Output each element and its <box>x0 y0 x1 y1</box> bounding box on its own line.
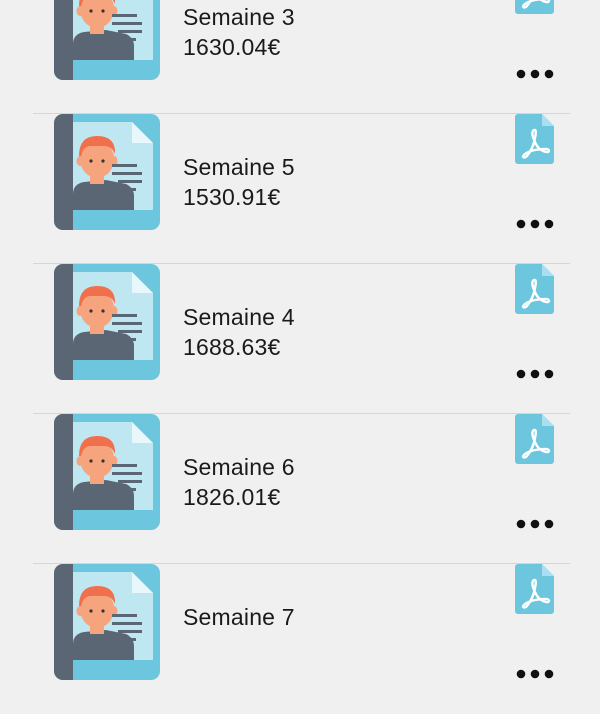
pdf-file-icon[interactable] <box>515 0 554 14</box>
employee-document-icon <box>54 114 160 230</box>
list-item-title: Semaine 4 <box>183 304 295 330</box>
list-item[interactable]: Semaine 7 <box>0 564 600 714</box>
list-item-title: Semaine 3 <box>183 4 295 30</box>
more-options-icon[interactable] <box>515 64 555 84</box>
list-item-text: Semaine 4 1688.63€ <box>183 302 295 362</box>
payslip-list: Semaine 3 1630.04€ Semaine 5 1530.91€ Se… <box>0 0 600 714</box>
list-item-text: Semaine 5 1530.91€ <box>183 152 295 212</box>
more-options-icon[interactable] <box>515 214 555 234</box>
pdf-file-icon[interactable] <box>515 114 554 164</box>
employee-document-icon <box>54 564 160 680</box>
list-item-text: Semaine 6 1826.01€ <box>183 452 295 512</box>
pdf-file-icon[interactable] <box>515 414 554 464</box>
list-item[interactable]: Semaine 6 1826.01€ <box>0 414 600 564</box>
list-item-title: Semaine 6 <box>183 454 295 480</box>
list-item-text: Semaine 3 1630.04€ <box>183 2 295 62</box>
pdf-file-icon[interactable] <box>515 264 554 314</box>
pdf-file-icon[interactable] <box>515 564 554 614</box>
employee-document-icon <box>54 264 160 380</box>
list-item-amount: 1530.91€ <box>183 184 281 210</box>
list-item-title: Semaine 5 <box>183 154 295 180</box>
list-item-text: Semaine 7 <box>183 602 295 632</box>
list-item-amount: 1688.63€ <box>183 334 281 360</box>
more-options-icon[interactable] <box>515 364 555 384</box>
list-item[interactable]: Semaine 3 1630.04€ <box>0 0 600 114</box>
list-item-amount: 1630.04€ <box>183 34 281 60</box>
more-options-icon[interactable] <box>515 664 555 684</box>
employee-document-icon <box>54 0 160 80</box>
list-item[interactable]: Semaine 5 1530.91€ <box>0 114 600 264</box>
list-item[interactable]: Semaine 4 1688.63€ <box>0 264 600 414</box>
more-options-icon[interactable] <box>515 514 555 534</box>
list-item-amount: 1826.01€ <box>183 484 281 510</box>
list-item-title: Semaine 7 <box>183 604 295 630</box>
employee-document-icon <box>54 414 160 530</box>
